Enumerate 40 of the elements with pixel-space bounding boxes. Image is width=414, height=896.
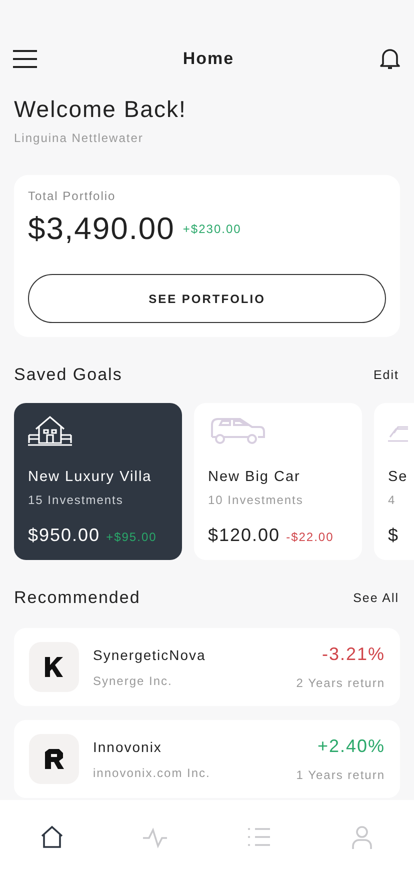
goal-card[interactable]: New Luxury Villa 15 Investments $950.00 +$95.00	[14, 403, 182, 560]
company-name: SynergeticNova	[93, 646, 207, 662]
welcome-title: Welcome Back!	[14, 96, 188, 123]
return-percent: -3.21%	[320, 644, 385, 665]
home-tab-icon[interactable]	[38, 824, 65, 850]
goal-change: -$22.00	[286, 530, 334, 544]
page-title: Home	[182, 49, 234, 69]
goal-card[interactable]: New Big Car 10 Investments $120.00 -$22.00	[194, 403, 362, 560]
return-period: 1 Years return	[296, 768, 385, 782]
car-icon	[208, 415, 266, 447]
goal-change: +$95.00	[106, 530, 157, 544]
investment-count: 15 Investments	[28, 493, 124, 507]
menu-icon[interactable]	[13, 50, 37, 68]
return-period: 2 Years return	[296, 676, 385, 690]
edit-link[interactable]: Edit	[373, 368, 399, 382]
goal-name: New Luxury Villa	[28, 469, 153, 485]
goal-amount: $120.00	[208, 525, 280, 546]
section-title: Saved Goals	[14, 365, 122, 385]
investment-count: 4	[388, 493, 397, 507]
see-portfolio-button[interactable]: SEE PORTFOLIO	[28, 274, 386, 323]
investment-count: 10 Investments	[208, 493, 304, 507]
house-icon	[28, 415, 72, 447]
investment-card[interactable]: Innovonix innovonix.com Inc. +2.40% 1 Years return	[14, 720, 400, 798]
see-all-link[interactable]: See All	[353, 591, 399, 605]
portfolio-label: Total Portfolio	[28, 189, 117, 203]
investment-card[interactable]: SynergeticNova Synerge Inc. -3.21% 2 Years return	[14, 628, 400, 706]
return-percent: +2.40%	[316, 736, 385, 757]
section-title: Recommended	[14, 588, 140, 608]
portfolio-amount: $3,490.00	[28, 211, 175, 247]
bell-icon[interactable]	[380, 48, 400, 70]
goal-amount: $950.00	[28, 525, 100, 546]
company-subtitle: innovonix.com Inc.	[93, 766, 212, 780]
goal-name: Se	[388, 469, 409, 485]
portfolio-change: +$230.00	[182, 222, 242, 236]
goal-card[interactable]: Se 4 $	[374, 403, 414, 560]
goal-amount: $	[388, 525, 400, 546]
company-subtitle: Synerge Inc.	[93, 674, 174, 688]
company-name: Innovonix	[93, 738, 163, 754]
goal-name: New Big Car	[208, 469, 302, 485]
user-name: Linguina Nettlewater	[14, 131, 144, 145]
